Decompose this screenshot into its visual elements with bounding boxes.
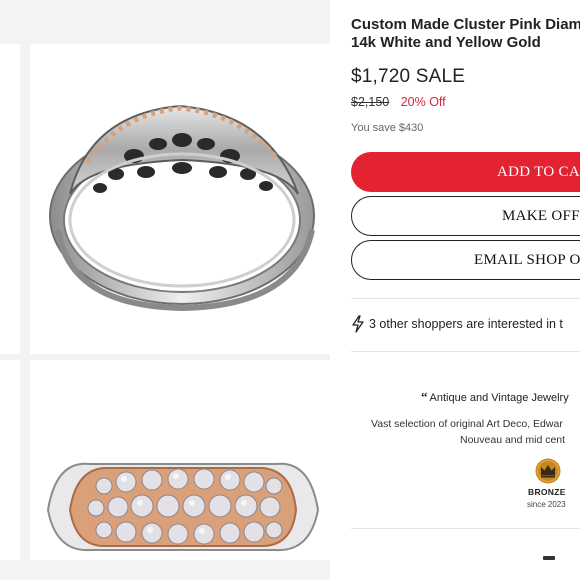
product-gallery xyxy=(0,0,330,580)
divider xyxy=(351,351,580,352)
divider xyxy=(351,298,580,299)
original-price: $2,150 xyxy=(351,95,390,109)
gallery-thumbnail-edge[interactable] xyxy=(0,44,20,354)
product-title-line: 14k White and Yellow Gold xyxy=(351,34,541,51)
add-to-cart-button[interactable]: ADD TO CA xyxy=(351,152,580,192)
lightning-icon xyxy=(352,315,364,333)
shop-description-line: Vast selection of original Art Deco, Edw… xyxy=(371,418,563,430)
product-title: Custom Made Cluster Pink Diam 14k White … xyxy=(351,16,580,52)
shop-description: Vast selection of original Art Deco, Edw… xyxy=(371,416,580,448)
add-to-cart-label: ADD TO CA xyxy=(497,163,580,180)
section-handle xyxy=(543,556,555,560)
product-title-line: Custom Made Cluster Pink Diam xyxy=(351,16,580,33)
ring-back-image xyxy=(49,104,315,312)
savings-text: You save $430 xyxy=(351,122,424,134)
shop-name-text: Antique and Vintage Jewelry xyxy=(429,392,569,404)
gallery-thumbnail-edge[interactable] xyxy=(0,360,20,560)
email-shop-label: EMAIL SHOP O xyxy=(474,251,580,268)
shop-description-line: Nouveau and mid cent xyxy=(460,434,566,446)
seller-badge-label: BRONZE xyxy=(528,487,566,497)
seller-badge-since: since 2023 xyxy=(527,500,566,509)
interest-text: 3 other shoppers are interested in t xyxy=(369,317,563,331)
discount-badge: 20% Off xyxy=(400,95,446,109)
gallery-top-gap xyxy=(0,0,330,44)
crown-icon xyxy=(535,458,561,484)
make-offer-label: MAKE OFF xyxy=(502,207,580,224)
quote-icon: “ xyxy=(421,389,428,404)
product-info-panel: Custom Made Cluster Pink Diam 14k White … xyxy=(330,0,580,580)
interest-notice: 3 other shoppers are interested in t xyxy=(351,315,563,333)
make-offer-button[interactable]: MAKE OFF xyxy=(351,196,580,236)
price-comparison: $2,150 20% Off xyxy=(351,95,446,109)
product-photo-ring-back[interactable] xyxy=(30,44,330,354)
email-shop-button[interactable]: EMAIL SHOP O xyxy=(351,240,580,280)
divider xyxy=(351,528,580,529)
shop-name[interactable]: “Antique and Vintage Jewelry xyxy=(421,389,569,405)
product-photo-ring-top[interactable] xyxy=(30,360,330,560)
ring-top-image xyxy=(46,462,320,552)
sale-price: $1,720 SALE xyxy=(351,66,466,87)
